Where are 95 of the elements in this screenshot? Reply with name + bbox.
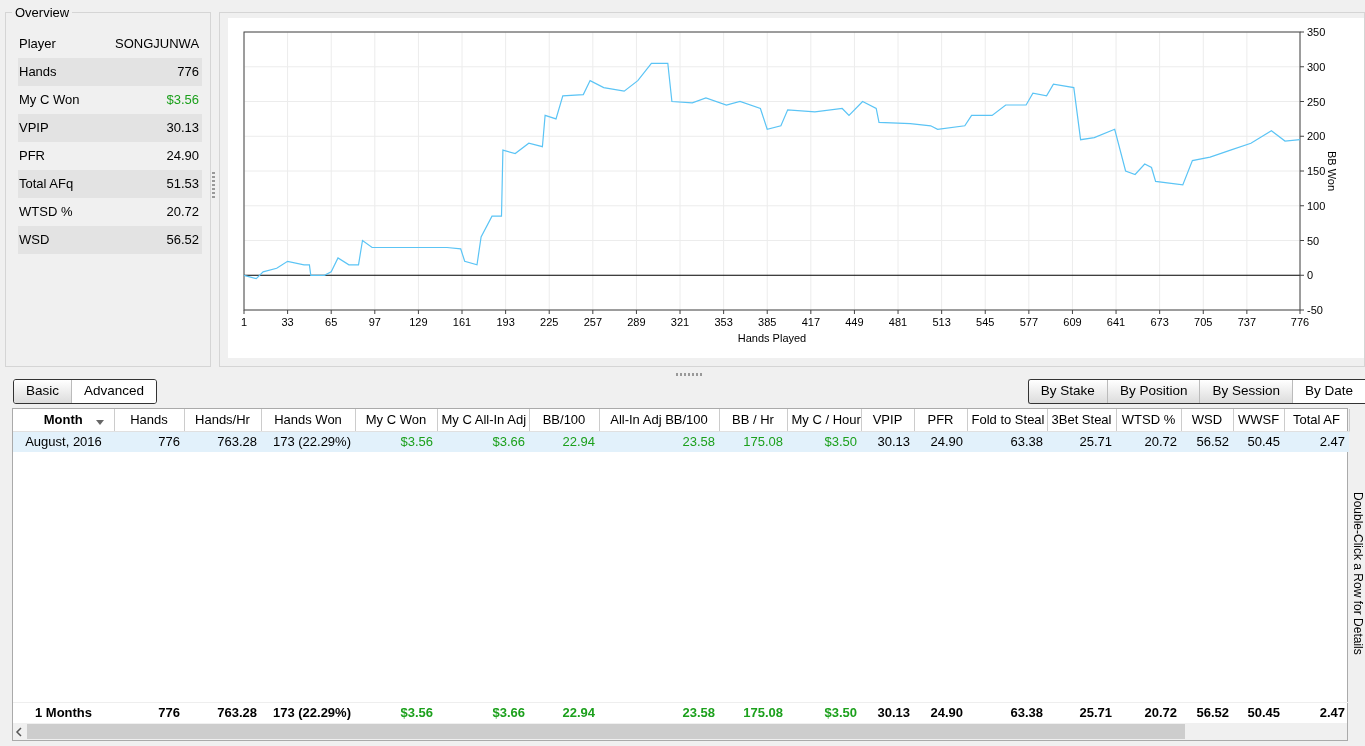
x-tick-label: 481	[888, 316, 908, 328]
column-header[interactable]: Month	[13, 409, 114, 431]
x-tick-label: 353	[714, 316, 733, 328]
table-cell[interactable]: 2.47	[1284, 431, 1349, 452]
x-tick-label: 257	[583, 316, 602, 328]
stat-value: 776	[177, 63, 200, 82]
stat-value: 20.72	[166, 203, 200, 222]
x-tick-label: 129	[409, 316, 428, 328]
stat-label: Player	[19, 35, 56, 54]
table-cell[interactable]: 24.90	[914, 431, 967, 452]
table-cell[interactable]: 25.71	[1047, 431, 1116, 452]
x-tick-label: 609	[1063, 316, 1082, 328]
x-tick-label: 321	[670, 316, 690, 328]
stat-label: Total AFq	[19, 175, 74, 194]
column-header[interactable]: PFR	[914, 409, 967, 431]
table-cell[interactable]: 56.52	[1181, 431, 1233, 452]
stat-label: Hands	[19, 63, 57, 82]
scrollbar-thumb[interactable]	[27, 724, 1185, 739]
x-tick-label: 449	[845, 316, 864, 328]
x-tick-label: 577	[1019, 316, 1039, 328]
splitter-grip-icon[interactable]	[676, 373, 704, 376]
splitter-grip-icon[interactable]	[212, 172, 215, 198]
table-cell[interactable]: 763.28	[184, 431, 261, 452]
column-header[interactable]: WTSD %	[1116, 409, 1181, 431]
stat-value: 51.53	[166, 175, 200, 194]
y-tick-label: 300	[1307, 60, 1326, 73]
column-header[interactable]: All-In Adj BB/100	[599, 409, 719, 431]
x-tick-label: 97	[368, 316, 381, 328]
stat-value: 30.13	[166, 119, 200, 138]
y-tick-label: -50	[1307, 304, 1323, 316]
column-header[interactable]: Fold to Steal	[967, 409, 1047, 431]
view-tab[interactable]: Basic	[14, 380, 71, 403]
column-header[interactable]: Hands Won	[261, 409, 355, 431]
hint-text: Double-Click a Row for Details	[1351, 492, 1364, 657]
x-tick-label: 737	[1237, 316, 1257, 328]
column-header[interactable]: My C All-In Adj	[437, 409, 529, 431]
column-header[interactable]: WWSF	[1233, 409, 1284, 431]
x-tick-label: 65	[325, 316, 338, 328]
column-header[interactable]: My C / Hour	[787, 409, 861, 431]
y-tick-label: 200	[1307, 130, 1326, 143]
table-cell[interactable]: 63.38	[967, 431, 1047, 452]
view-tab[interactable]: By Stake	[1028, 380, 1107, 403]
x-tick-label: 513	[932, 316, 951, 328]
axis-title: BB Won	[1326, 150, 1338, 192]
column-header[interactable]: 3Bet Steal	[1047, 409, 1116, 431]
stat-label: PFR	[19, 147, 45, 166]
stat-label: WTSD %	[19, 203, 73, 222]
view-tab[interactable]: By Date	[1291, 380, 1365, 403]
x-tick-label: 417	[801, 316, 820, 328]
view-tab[interactable]: Advanced	[71, 380, 157, 403]
y-tick-label: 150	[1307, 165, 1326, 177]
horizontal-scrollbar[interactable]	[13, 723, 1347, 740]
column-header[interactable]: Total AF	[1284, 409, 1349, 431]
x-tick-label: 161	[452, 316, 472, 328]
x-tick-label: 225	[540, 316, 559, 328]
stat-value: $3.56	[166, 91, 200, 110]
x-tick-label: 776	[1290, 316, 1310, 328]
y-tick-label: 350	[1307, 26, 1326, 38]
x-tick-label: 673	[1150, 316, 1169, 328]
x-tick-label: 1	[240, 316, 248, 328]
column-header[interactable]: VPIP	[861, 409, 914, 431]
axis-title: Hands Played	[737, 332, 807, 344]
x-tick-label: 641	[1106, 316, 1126, 328]
column-header[interactable]: WSD	[1181, 409, 1233, 431]
table-cell[interactable]: 30.13	[861, 431, 914, 452]
x-tick-label: 193	[496, 316, 515, 328]
table-cell[interactable]: 776	[114, 431, 184, 452]
stat-label: VPIP	[19, 119, 49, 138]
y-tick-label: 50	[1307, 234, 1320, 247]
view-tab[interactable]: By Position	[1106, 380, 1200, 403]
column-header[interactable]: Hands	[114, 409, 184, 431]
table-cell[interactable]: 20.72	[1116, 431, 1181, 452]
y-tick-label: 250	[1307, 95, 1326, 108]
table-cell[interactable]: 173 (22.29%)	[261, 431, 355, 452]
stat-value: SONGJUNWA	[115, 35, 200, 54]
x-tick-label: 705	[1194, 316, 1213, 328]
stat-value: 56.52	[166, 231, 200, 250]
column-header[interactable]: BB/100	[529, 409, 599, 431]
column-header[interactable]: My C Won	[355, 409, 437, 431]
y-tick-label: 0	[1307, 269, 1314, 282]
stat-label: My C Won	[19, 91, 80, 110]
column-header[interactable]: Hands/Hr	[184, 409, 261, 431]
table-cell[interactable]: 50.45	[1233, 431, 1284, 452]
x-tick-label: 385	[758, 316, 777, 328]
x-tick-label: 289	[627, 316, 646, 328]
x-tick-label: 545	[976, 316, 995, 328]
view-tab[interactable]: By Session	[1199, 380, 1292, 403]
scroll-left-icon[interactable]	[13, 725, 25, 738]
table-cell[interactable]: August, 2016	[13, 431, 114, 452]
stat-label: WSD	[19, 231, 50, 250]
y-tick-label: 100	[1307, 199, 1326, 212]
stat-value: 24.90	[166, 147, 200, 166]
column-header[interactable]: BB / Hr	[719, 409, 787, 431]
x-tick-label: 33	[281, 316, 294, 328]
sort-icon[interactable]	[95, 420, 104, 425]
